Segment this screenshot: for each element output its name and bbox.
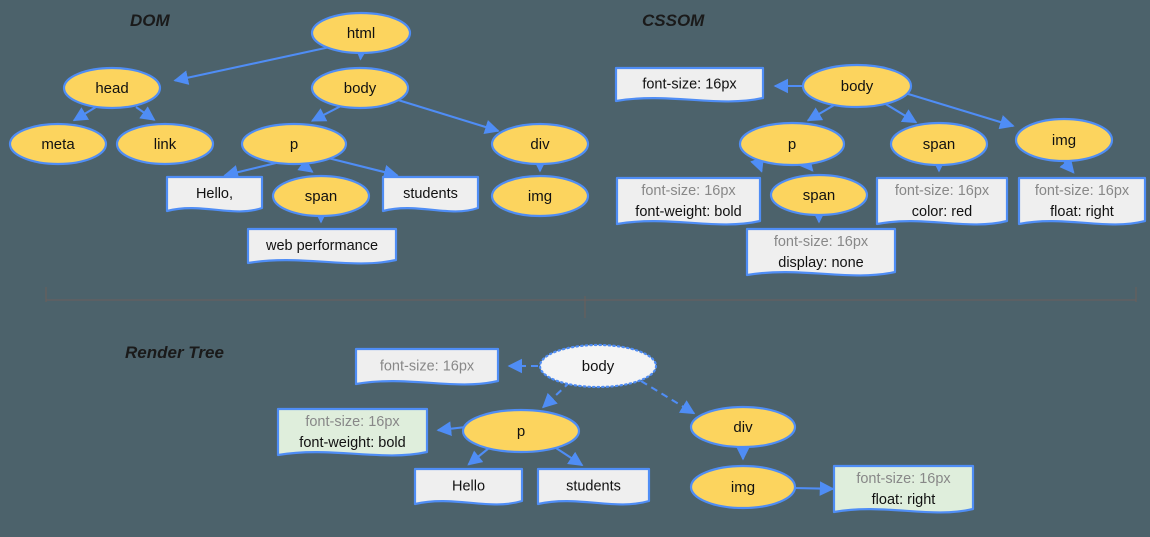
edge-render-body-div	[640, 380, 696, 415]
edge-p-hello	[223, 161, 277, 180]
node-cssom-span2: span	[769, 173, 869, 217]
nodes-layer: Hello, students web performance html head bod…	[8, 11, 1147, 514]
node-label: p	[517, 423, 525, 440]
box-text-line: font-size: 16px	[1035, 183, 1130, 199]
section-title-dom: DOM	[130, 11, 171, 30]
node-dom-p: p	[240, 122, 348, 166]
section-divider	[45, 287, 1137, 318]
box-text-line: display: none	[778, 255, 863, 271]
node-label: body	[582, 358, 615, 375]
node-label: span	[803, 187, 836, 204]
box-text-line: font-size: 16px	[641, 183, 736, 199]
node-cssom-img: img	[1014, 117, 1114, 163]
box-text-line: font-size: 16px	[305, 414, 400, 430]
node-dom-link: link	[115, 122, 215, 166]
diagram-canvas: Hello, students web performance html head bod…	[0, 0, 1150, 537]
edge-cssom-body-span	[883, 102, 918, 124]
edge-render-body-p	[542, 381, 571, 409]
edge-render-p-style	[436, 421, 467, 437]
edge-render-p-hello	[467, 447, 490, 466]
style-box-cssom-p-style: font-size: 16px font-weight: bold	[615, 176, 762, 226]
node-label: span	[923, 136, 956, 153]
critical-rendering-path-diagram: Hello, students web performance html head bod…	[8, 11, 1147, 514]
node-label: meta	[41, 136, 75, 153]
box-text-line: font-size: 16px	[856, 471, 951, 487]
edge-head-link	[135, 106, 156, 121]
node-label: img	[731, 479, 755, 496]
node-label: div	[733, 419, 753, 436]
section-title-render: Render Tree	[125, 343, 224, 362]
node-render-p: p	[461, 408, 581, 454]
style-box-cssom-body-style: font-size: 16px	[614, 66, 765, 103]
node-label: html	[347, 25, 375, 42]
node-label: p	[788, 136, 796, 153]
section-title-cssom: CSSOM	[642, 11, 705, 30]
node-dom-meta: meta	[8, 122, 108, 166]
node-label: img	[528, 188, 552, 205]
node-cssom-p: p	[738, 121, 846, 167]
style-box-cssom-span1-style: font-size: 16px color: red	[875, 176, 1009, 226]
edge-cssom-body-img	[904, 91, 1015, 130]
edge-render-p-students	[555, 447, 584, 467]
box-text-line: students	[566, 478, 621, 494]
node-dom-body: body	[310, 66, 410, 110]
edge-body-div	[397, 98, 500, 135]
node-label: head	[95, 80, 128, 97]
box-text-line: color: red	[912, 204, 972, 220]
style-box-render-students: students	[536, 467, 651, 506]
box-text-line: font-size: 16px	[642, 76, 737, 92]
style-box-render-hello: Hello	[413, 467, 524, 506]
node-label: body	[841, 78, 874, 95]
box-text-line: float: right	[872, 492, 936, 508]
style-box-cssom-img-style: font-size: 16px float: right	[1017, 176, 1147, 226]
node-cssom-span1: span	[889, 121, 989, 167]
edge-body-p	[310, 105, 342, 122]
node-label: body	[344, 80, 377, 97]
box-text-line: font-size: 16px	[774, 234, 869, 250]
node-label: img	[1052, 132, 1076, 149]
style-box-render-img-style: font-size: 16px float: right	[832, 464, 975, 514]
box-text-line: web performance	[265, 238, 378, 254]
node-dom-html: html	[310, 11, 412, 55]
node-render-div: div	[689, 405, 797, 449]
box-text-line: students	[403, 186, 458, 202]
style-box-dom-webperf: web performance	[246, 227, 398, 265]
box-text-line: float: right	[1050, 204, 1114, 220]
style-box-cssom-span2-style: font-size: 16px display: none	[745, 227, 897, 277]
node-label: p	[290, 136, 298, 153]
box-text-line: font-size: 16px	[380, 358, 475, 374]
node-label: div	[530, 136, 550, 153]
box-text-line: font-size: 16px	[895, 183, 990, 199]
style-box-render-body-style: font-size: 16px	[354, 347, 500, 386]
box-text-line: Hello,	[196, 186, 233, 202]
edge-render-img-style	[792, 481, 835, 496]
node-dom-div: div	[490, 122, 590, 166]
box-text-line: font-weight: bold	[299, 435, 405, 451]
node-render-body: body	[538, 343, 658, 389]
style-box-dom-students: students	[381, 175, 480, 213]
node-label: link	[154, 136, 177, 153]
node-dom-img: img	[490, 174, 590, 218]
node-render-img: img	[689, 464, 797, 510]
edge-head-meta	[72, 106, 97, 122]
style-box-render-p-style: font-size: 16px font-weight: bold	[276, 407, 429, 457]
edge-cssom-body-p	[806, 103, 837, 122]
node-dom-span: span	[271, 174, 371, 218]
edge-html-head	[173, 45, 331, 85]
node-dom-head: head	[62, 66, 162, 110]
box-text-line: font-weight: bold	[635, 204, 741, 220]
edge-cssom-img-style	[1059, 157, 1075, 174]
box-text-line: Hello	[452, 478, 485, 494]
edge-p-students	[327, 156, 399, 180]
style-box-dom-hello: Hello,	[165, 175, 264, 213]
node-cssom-body: body	[801, 63, 913, 109]
node-label: span	[305, 188, 338, 205]
